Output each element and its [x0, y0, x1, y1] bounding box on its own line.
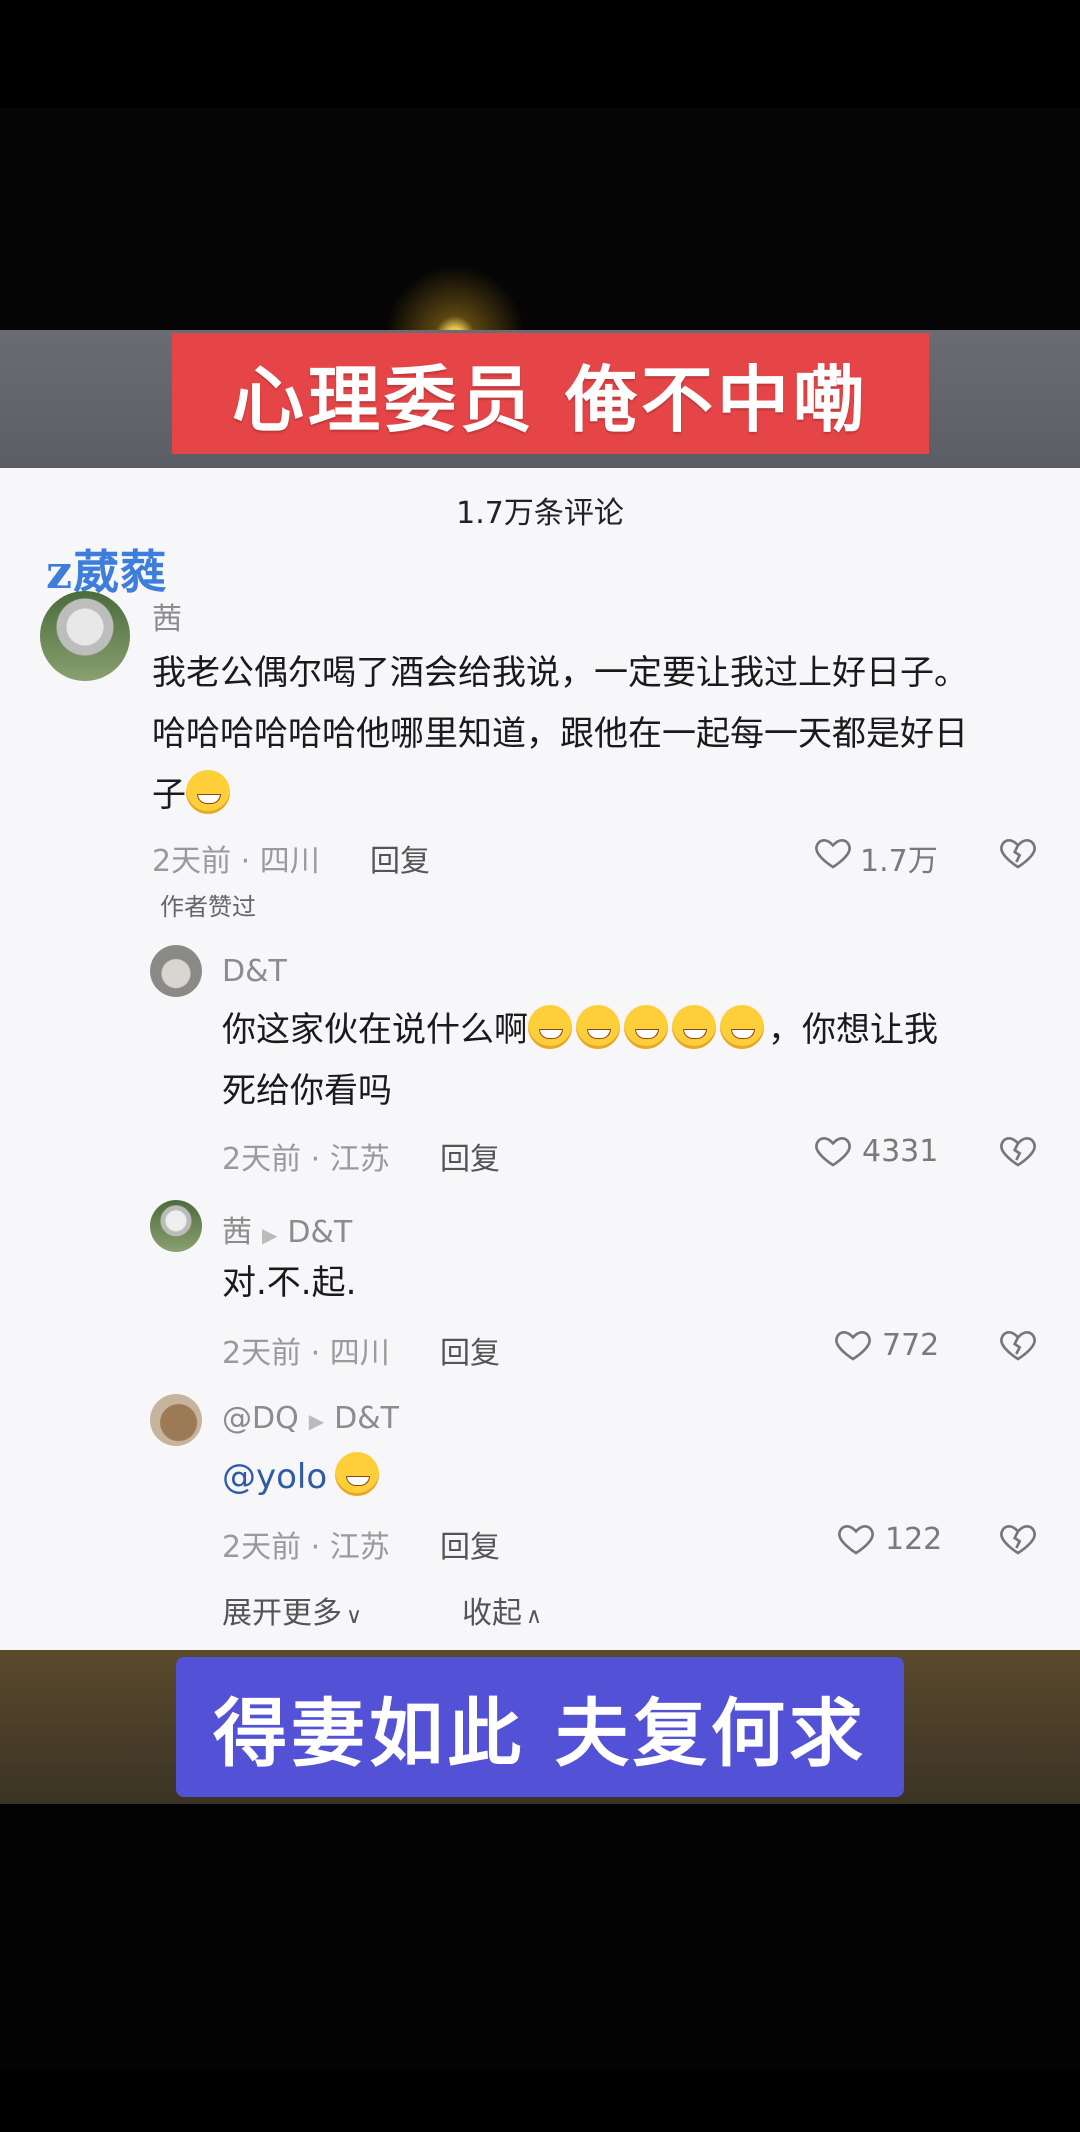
comment-username[interactable]: D&T	[222, 954, 287, 989]
dislike-broken-heart-icon[interactable]	[998, 1130, 1038, 1170]
crying-emoji-icon	[335, 1452, 380, 1496]
reply-to-username[interactable]: D&T	[334, 1401, 399, 1436]
reply-button[interactable]: 回复	[440, 1328, 500, 1372]
laugh-cry-emoji-icon	[720, 1005, 764, 1049]
avatar[interactable]	[40, 591, 130, 681]
watermark-text: z葳蕤	[46, 545, 168, 599]
reply-button[interactable]: 回复	[440, 1134, 500, 1178]
comment-username[interactable]: 茜	[222, 1215, 252, 1250]
laugh-cry-emoji-icon	[672, 1005, 716, 1049]
banner-bottom-text: 得妻如此 夫复何求	[213, 1690, 867, 1777]
reply-arrow-icon: ▶	[262, 1223, 278, 1247]
like-count: 1.7万	[860, 844, 938, 879]
like-count: 4331	[862, 1134, 939, 1169]
heart-icon[interactable]	[836, 1518, 876, 1558]
comment-text: 你这家伙在说什么啊 ，你想让我 死给你看吗	[222, 1000, 1042, 1122]
dislike-broken-heart-icon[interactable]	[998, 832, 1038, 872]
comment-meta: 2天前 · 江苏	[222, 1142, 390, 1177]
comment-meta: 2天前 · 江苏	[222, 1530, 390, 1565]
reply-arrow-icon: ▶	[308, 1409, 325, 1433]
grin-emoji-icon	[186, 770, 230, 814]
reply-to-username[interactable]: D&T	[287, 1215, 352, 1250]
heart-icon[interactable]	[813, 832, 853, 872]
collapse-button[interactable]: 收起 ∧	[462, 1588, 542, 1632]
mention-link[interactable]: @yolo	[222, 1457, 327, 1497]
reply-button[interactable]: 回复	[370, 836, 430, 880]
comment-username-line: @DQ ▶ D&T	[222, 1401, 399, 1436]
comment-count-title: 1.7万条评论	[456, 496, 624, 531]
laugh-cry-emoji-icon	[624, 1005, 668, 1049]
comment-text: 我老公偶尔喝了酒会给我说，一定要让我过上好日子。 哈哈哈哈哈哈他哪里知道，跟他在…	[152, 653, 968, 815]
avatar[interactable]	[150, 1394, 202, 1446]
comment-meta: 2天前 · 四川	[222, 1336, 390, 1371]
chevron-down-icon: ∨	[346, 1604, 363, 1629]
title-banner-top: 心理委员 俺不中嘞	[172, 333, 929, 454]
expand-more-button[interactable]: 展开更多 ∨	[222, 1588, 362, 1632]
laugh-cry-emoji-icon	[576, 1005, 620, 1049]
avatar[interactable]	[150, 945, 202, 997]
like-count: 772	[882, 1328, 940, 1363]
heart-icon[interactable]	[833, 1324, 873, 1364]
comment-text: 对.不.起.	[222, 1263, 357, 1303]
comment-username[interactable]: @DQ	[222, 1401, 299, 1436]
comment-username[interactable]: 茜	[152, 594, 182, 638]
reply-button[interactable]: 回复	[440, 1522, 500, 1566]
title-banner-bottom: 得妻如此 夫复何求	[176, 1657, 904, 1797]
avatar[interactable]	[150, 1200, 202, 1252]
comment-text: @yolo	[222, 1447, 383, 1508]
bottom-black-bar	[0, 2070, 1080, 2132]
author-liked-label: 作者赞过	[160, 893, 256, 921]
comment-meta: 2天前 · 四川	[152, 844, 320, 879]
comment-username-line: 茜 ▶ D&T	[222, 1207, 352, 1251]
banner-top-text: 心理委员 俺不中嘞	[231, 357, 870, 442]
dislike-broken-heart-icon[interactable]	[998, 1518, 1038, 1558]
dislike-broken-heart-icon[interactable]	[998, 1324, 1038, 1364]
laugh-cry-emoji-icon	[528, 1005, 572, 1049]
top-black-bar	[0, 0, 1080, 108]
heart-icon[interactable]	[813, 1130, 853, 1170]
starry-background-top	[0, 108, 1080, 330]
like-count: 122	[885, 1522, 943, 1557]
chevron-up-icon: ∧	[526, 1604, 543, 1629]
